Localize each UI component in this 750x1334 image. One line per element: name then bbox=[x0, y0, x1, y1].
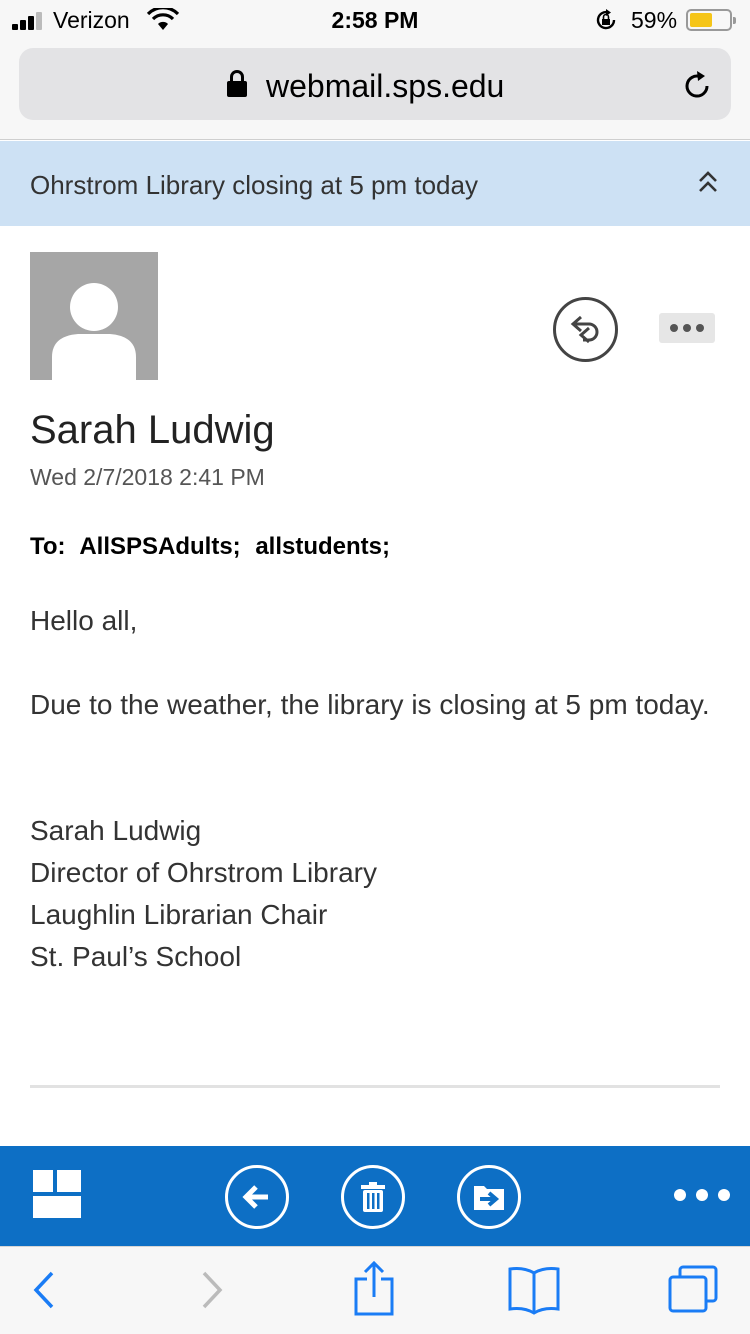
more-icon[interactable] bbox=[674, 1189, 730, 1203]
address-bar[interactable]: webmail.sps.edu bbox=[19, 48, 731, 120]
move-button[interactable] bbox=[457, 1165, 521, 1229]
safari-toolbar bbox=[0, 1246, 750, 1334]
trash-icon bbox=[361, 1182, 385, 1212]
person-icon bbox=[52, 283, 136, 380]
battery-icon bbox=[686, 9, 736, 31]
chevron-double-up-icon[interactable] bbox=[697, 169, 719, 197]
back-button[interactable] bbox=[225, 1165, 289, 1229]
delete-button[interactable] bbox=[341, 1165, 405, 1229]
url-text[interactable]: webmail.sps.edu bbox=[266, 68, 504, 105]
avatar bbox=[30, 252, 158, 380]
battery-percent: 59% bbox=[631, 7, 678, 33]
bookmarks-icon[interactable] bbox=[506, 1265, 562, 1315]
message-greeting: Hello all, bbox=[30, 605, 138, 636]
status-bar: Verizon 2:58 PM 59% bbox=[0, 0, 750, 40]
signature-line: Laughlin Librarian Chair bbox=[30, 899, 328, 930]
rotation-lock-icon bbox=[596, 9, 616, 30]
message-subject: Ohrstrom Library closing at 5 pm today bbox=[30, 170, 478, 200]
move-to-folder-icon bbox=[474, 1186, 504, 1210]
forward-icon[interactable] bbox=[196, 1265, 226, 1315]
share-icon[interactable] bbox=[350, 1259, 398, 1317]
recipients-line: To: AllSPSAdults; allstudents; bbox=[30, 533, 398, 561]
signature-line: Director of Ohrstrom Library bbox=[30, 857, 377, 888]
apps-icon[interactable] bbox=[33, 1170, 81, 1218]
reload-icon[interactable] bbox=[679, 68, 715, 104]
back-arrow-icon bbox=[242, 1185, 268, 1209]
to-label: To: bbox=[30, 533, 66, 560]
browser-address-area: webmail.sps.edu bbox=[0, 40, 750, 140]
message-body: Due to the weather, the library is closi… bbox=[30, 689, 710, 720]
divider bbox=[30, 1085, 720, 1088]
signature-line: Sarah Ludwig bbox=[30, 815, 202, 846]
reply-all-button[interactable] bbox=[553, 297, 618, 362]
signature-line: St. Paul’s School bbox=[30, 941, 242, 972]
subject-banner[interactable]: Ohrstrom Library closing at 5 pm today bbox=[0, 141, 750, 226]
sender-name[interactable]: Sarah Ludwig bbox=[30, 408, 275, 453]
action-toolbar bbox=[0, 1146, 750, 1246]
recipient[interactable]: allstudents; bbox=[255, 533, 390, 560]
recipient[interactable]: AllSPSAdults; bbox=[79, 533, 240, 560]
message-more-button[interactable] bbox=[659, 313, 715, 343]
reply-all-icon bbox=[570, 315, 599, 344]
tabs-icon[interactable] bbox=[666, 1263, 720, 1317]
back-icon[interactable] bbox=[30, 1265, 60, 1315]
lock-icon bbox=[227, 70, 247, 98]
sent-date: Wed 2/7/2018 2:41 PM bbox=[30, 464, 265, 490]
